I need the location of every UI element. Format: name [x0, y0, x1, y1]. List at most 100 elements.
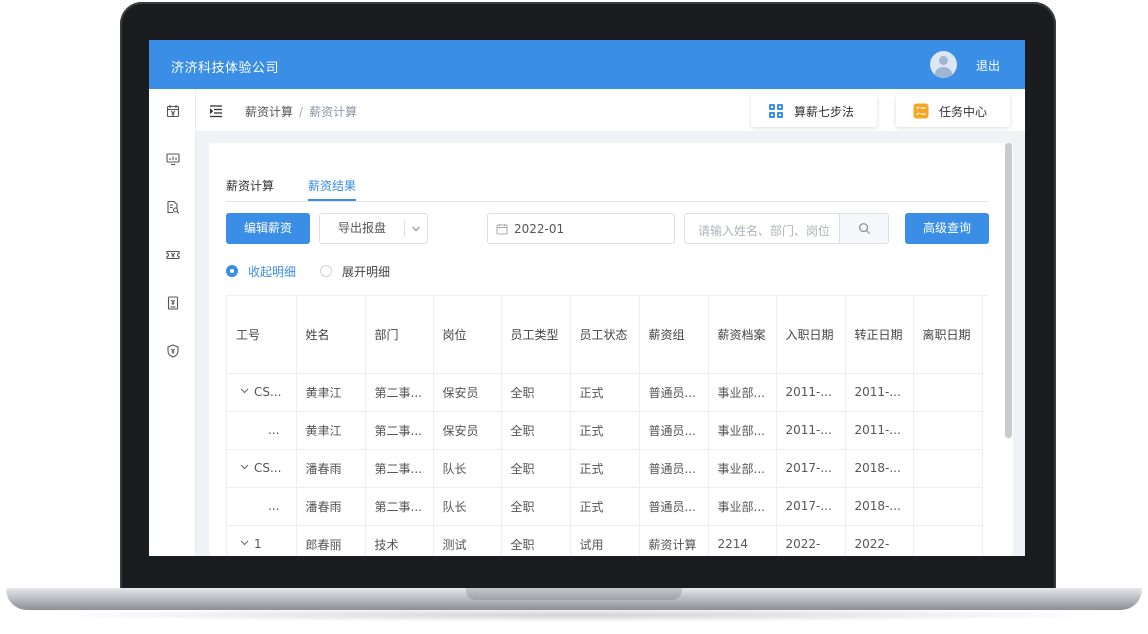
cell-text: 黄聿江: [305, 423, 342, 438]
month-picker[interactable]: 2022-01: [487, 213, 675, 244]
task-center-label: 任务中心: [939, 105, 988, 119]
table-cell: 2011-...: [776, 373, 846, 412]
shield-yen-icon[interactable]: [166, 344, 180, 358]
breadcrumb-parent[interactable]: 薪资计算: [245, 105, 293, 119]
chevron-down-icon: [412, 226, 420, 232]
cell-text: 全职: [510, 385, 535, 400]
breadcrumb: 薪资计算 / 薪资计算: [245, 103, 357, 120]
table-cell: 潘春雨: [296, 487, 366, 526]
column-header[interactable]: 姓名: [296, 296, 366, 374]
vertical-scrollbar[interactable]: [1005, 143, 1012, 438]
employee-id-cell: CS...: [227, 373, 297, 412]
tab-salary-calculation[interactable]: 薪资计算: [226, 177, 274, 194]
cell-text: CS...: [254, 385, 282, 399]
column-header[interactable]: 岗位: [433, 296, 502, 374]
table-cell: 全职: [501, 525, 571, 556]
table-cell: 2011-...: [776, 411, 846, 450]
table-cell: 第二事...: [365, 411, 434, 450]
cell-text: 2022-: [785, 537, 821, 551]
cell-text: 2018-...: [854, 461, 901, 475]
salary-result-table: 工号 姓名 部门 岗位 员工类型 员工状态 薪资组 薪资档案 入职日期 转正日期…: [226, 295, 988, 556]
table-cell: 技术: [365, 525, 434, 556]
calendar-yen-icon[interactable]: [166, 104, 180, 118]
search-button[interactable]: [839, 214, 888, 243]
logout-button[interactable]: 退出: [976, 57, 1000, 74]
table-cell: 2011-...: [845, 411, 914, 450]
cell-text: 试用: [579, 537, 604, 552]
laptop-mockup: 济济科技体验公司 退出 薪资计算 / 薪资计算 算薪七步法 任务中心 薪资计算 …: [0, 0, 1148, 634]
table-row[interactable]: ... 黄聿江 第二事... 保安员 全职 正式 普通员... 事业部... 2011-... 2…: [227, 411, 983, 450]
cell-text: 第二事...: [374, 461, 422, 476]
table-cell: 事业部...: [708, 373, 777, 412]
cell-text: 队长: [442, 461, 467, 476]
table-cell: 普通员...: [639, 411, 709, 450]
table-cell: [913, 373, 983, 412]
cell-text: 2011-...: [854, 385, 901, 399]
user-avatar[interactable]: [930, 51, 957, 78]
advanced-search-button[interactable]: 高级查询: [905, 213, 989, 244]
table-cell: 测试: [433, 525, 502, 556]
column-header[interactable]: 员工状态: [570, 296, 640, 374]
expand-chevron-icon[interactable]: [240, 538, 249, 547]
cell-text: 2022-: [854, 537, 890, 551]
search-input[interactable]: 请输入姓名、部门、岗位: [684, 213, 889, 244]
export-dropdown[interactable]: [405, 214, 427, 243]
cell-text: 黄聿江: [305, 385, 342, 400]
ticket-yen-icon[interactable]: [166, 248, 180, 262]
cell-text: 2017-...: [785, 499, 832, 513]
cell-text: 事业部...: [717, 461, 765, 476]
edit-salary-button[interactable]: 编辑薪资: [226, 213, 310, 244]
table-cell: 第二事...: [365, 449, 434, 488]
expand-chevron-icon[interactable]: [240, 462, 249, 471]
cell-text: 普通员...: [648, 499, 696, 514]
expand-chevron-icon[interactable]: [240, 386, 249, 395]
column-header[interactable]: 薪资组: [639, 296, 709, 374]
laptop-shadow: [30, 608, 1120, 622]
column-header[interactable]: 员工类型: [501, 296, 571, 374]
cell-text: CS...: [254, 461, 282, 475]
cell-text: 测试: [442, 537, 467, 552]
table-cell: 全职: [501, 373, 571, 412]
table-row[interactable]: CS... 黄聿江 第二事... 保安员 全职 正式 普通员... 事业部... 2011-..…: [227, 373, 983, 412]
table-cell: 保安员: [433, 373, 502, 412]
avatar-head: [939, 56, 948, 65]
table-cell: 普通员...: [639, 487, 709, 526]
seven-steps-button[interactable]: 算薪七步法: [751, 94, 877, 127]
export-split-button: 导出报盘: [319, 213, 428, 244]
table-cell: 2017-...: [776, 449, 846, 488]
table-row[interactable]: CS... 潘春雨 第二事... 队长 全职 正式 普通员... 事业部... 2017-...…: [227, 449, 983, 488]
column-header[interactable]: 工号: [227, 296, 297, 374]
table-cell: 全职: [501, 449, 571, 488]
column-header[interactable]: 部门: [365, 296, 434, 374]
column-header[interactable]: 入职日期: [776, 296, 846, 374]
cell-text: 2011-...: [785, 385, 832, 399]
menu-collapse-icon[interactable]: [209, 103, 223, 118]
task-center-button[interactable]: 任务中心: [896, 94, 1010, 127]
table-cell: 2011-...: [845, 373, 914, 412]
active-tab-indicator: [308, 199, 356, 201]
employee-id-cell: ...: [227, 411, 297, 450]
receipt-yen-icon[interactable]: [166, 296, 180, 310]
cell-text: 全职: [510, 499, 535, 514]
content-card: 薪资计算 薪资结果 编辑薪资 导出报盘 2022-01 请输入姓名、部门、岗位: [209, 143, 1013, 556]
column-header[interactable]: 薪资档案: [708, 296, 777, 374]
cell-text: 队长: [442, 499, 467, 514]
column-header[interactable]: 转正日期: [845, 296, 914, 374]
cell-text: 2011-...: [785, 423, 832, 437]
table-row[interactable]: ... 潘春雨 第二事... 队长 全职 正式 普通员... 事业部... 2017-... 20…: [227, 487, 983, 526]
monitor-chart-icon[interactable]: [166, 152, 180, 166]
column-header[interactable]: 离职日期: [913, 296, 983, 374]
cell-text: 技术: [374, 537, 399, 552]
table-cell: 全职: [501, 411, 571, 450]
table-row[interactable]: 1 郎春丽 技术 测试 全职 试用 薪资计算 2214 2022- 2022-: [227, 525, 983, 556]
table-cell: [913, 449, 983, 488]
cell-text: 2214: [717, 537, 749, 551]
app-screen: 济济科技体验公司 退出 薪资计算 / 薪资计算 算薪七步法 任务中心 薪资计算 …: [149, 40, 1025, 556]
export-button[interactable]: 导出报盘: [320, 214, 404, 243]
breadcrumb-current: 薪资计算: [309, 105, 358, 119]
tab-salary-result[interactable]: 薪资结果: [308, 177, 356, 194]
breadcrumb-bar: 薪资计算 / 薪资计算 算薪七步法 任务中心: [196, 89, 1025, 131]
document-search-icon[interactable]: [166, 200, 180, 214]
cell-text: 正式: [579, 385, 604, 400]
table-cell: 潘春雨: [296, 449, 366, 488]
